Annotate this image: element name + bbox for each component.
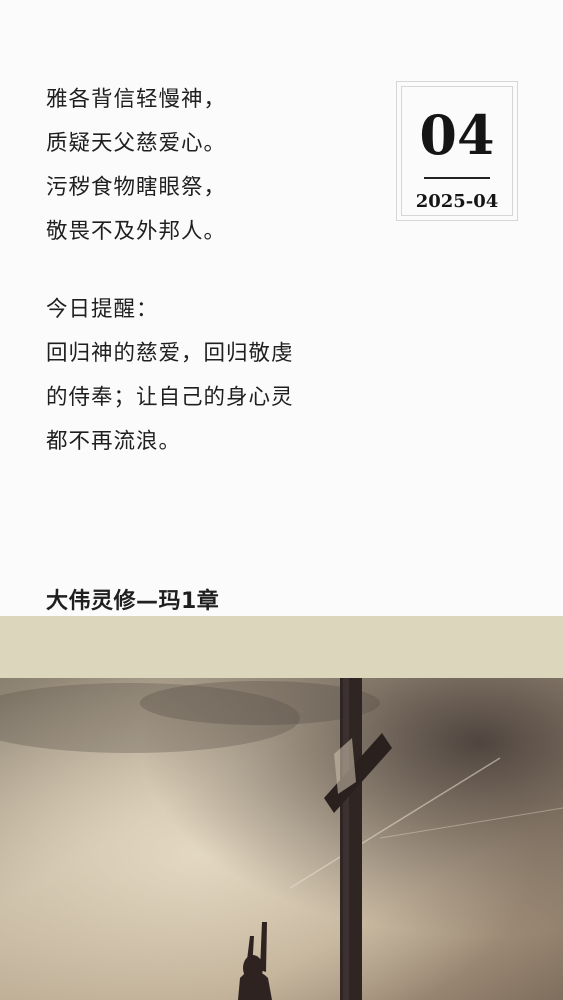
reminder-heading: 今日提醒：	[46, 297, 159, 322]
date-card: 04 2025-04	[396, 81, 518, 221]
source-title: 大伟灵修—玛1章	[46, 589, 220, 614]
date-divider	[424, 177, 490, 179]
daily-reminder: 今日提醒： 回归神的慈爱，回归敬虔 的侍奉；让自己的身心灵 都不再流浪。	[46, 288, 294, 464]
reminder-line: 回归神的慈爱，回归敬虔	[46, 341, 294, 366]
reminder-line: 的侍奉；让自己的身心灵	[46, 385, 294, 410]
poem-line: 质疑天父慈爱心。	[46, 131, 227, 156]
date-month: 2025-04	[415, 191, 499, 212]
date-day: 04	[419, 103, 495, 167]
date-card-frame: 04 2025-04	[401, 86, 513, 216]
poem-line: 敬畏不及外邦人。	[46, 219, 227, 244]
cross-photo	[0, 678, 563, 1000]
poem-line: 雅各背信轻慢神，	[46, 87, 227, 112]
poem-line: 污秽食物瞎眼祭，	[46, 175, 227, 200]
cross-photo-illustration	[0, 678, 563, 1000]
reminder-line: 都不再流浪。	[46, 429, 182, 454]
color-band	[0, 616, 563, 678]
devotional-page: 雅各背信轻慢神， 质疑天父慈爱心。 污秽食物瞎眼祭， 敬畏不及外邦人。 04 2…	[0, 0, 563, 1000]
poem: 雅各背信轻慢神， 质疑天父慈爱心。 污秽食物瞎眼祭， 敬畏不及外邦人。	[46, 78, 226, 254]
